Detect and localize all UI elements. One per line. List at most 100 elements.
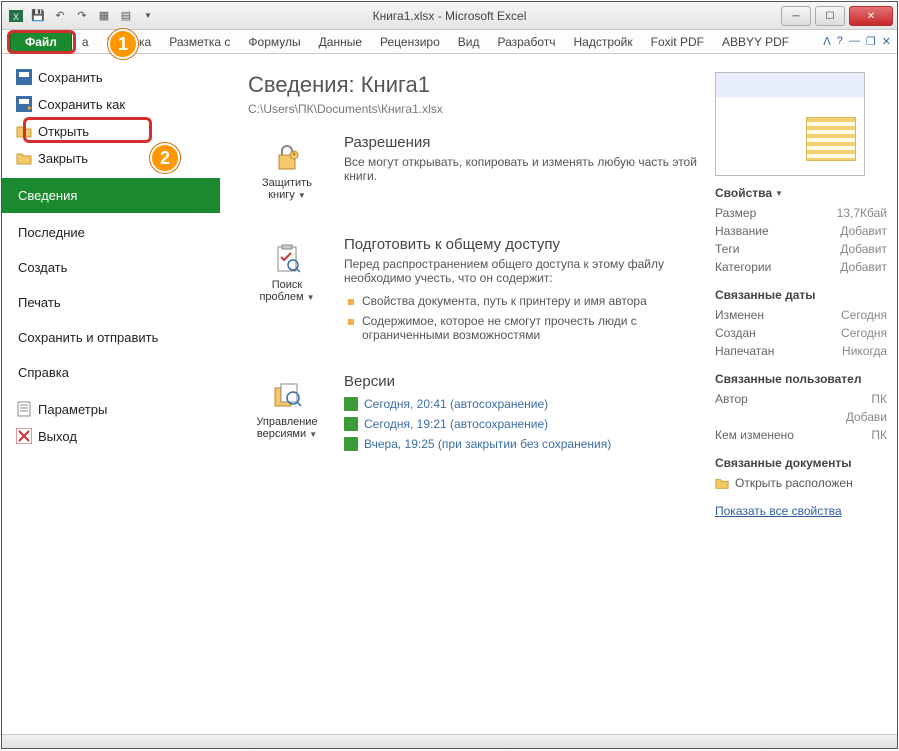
prop-key: Теги <box>715 242 739 256</box>
check-item: Содержимое, которое не смогут прочесть л… <box>344 311 715 345</box>
prop-value: Сегодня <box>841 308 887 322</box>
version-item[interactable]: Сегодня, 19:21 (автосохранение) <box>344 414 715 434</box>
document-thumbnail <box>715 72 865 176</box>
excel-icon: X <box>8 8 24 24</box>
tab-home-partial[interactable]: а <box>74 32 97 52</box>
excel-file-icon <box>344 437 358 451</box>
prop-value[interactable]: Добавит <box>840 260 887 274</box>
tab-review[interactable]: Рецензиро <box>372 32 448 52</box>
dropdown-arrow-icon: ▼ <box>307 293 315 302</box>
menu-save-as[interactable]: Сохранить как <box>2 91 220 118</box>
menu-label: Печать <box>18 295 61 310</box>
menu-info[interactable]: Сведения <box>2 178 220 213</box>
menu-recent[interactable]: Последние <box>2 215 220 250</box>
tab-view[interactable]: Вид <box>450 32 488 52</box>
prop-key: Автор <box>715 392 748 406</box>
protect-workbook-button[interactable]: Защитить книгу ▼ <box>248 134 326 208</box>
prop-value[interactable]: Добавит <box>840 242 887 256</box>
minimize-button[interactable]: ─ <box>781 6 811 26</box>
qat-dropdown-icon[interactable]: ▼ <box>140 8 156 24</box>
permissions-title: Разрешения <box>344 134 715 151</box>
info-heading: Сведения: Книга1 <box>248 72 715 98</box>
menu-save[interactable]: Сохранить <box>2 64 220 91</box>
properties-header[interactable]: Свойства▼ <box>715 186 887 200</box>
window-min-icon[interactable]: — <box>849 35 860 48</box>
qat-icon[interactable]: ▦ <box>96 8 112 24</box>
help-icon[interactable]: ? <box>837 35 843 48</box>
versions-title: Версии <box>344 373 715 390</box>
version-label: Сегодня, 19:21 (автосохранение) <box>364 417 548 431</box>
save-icon[interactable]: 💾 <box>30 8 46 24</box>
prop-key: Категории <box>715 260 771 274</box>
menu-label: Последние <box>18 225 85 240</box>
menu-new[interactable]: Создать <box>2 250 220 285</box>
versions-icon <box>271 380 303 412</box>
check-item: Свойства документа, путь к принтеру и им… <box>344 291 715 311</box>
menu-close[interactable]: Закрыть <box>2 145 220 172</box>
annotation-badge: 2 <box>150 143 180 173</box>
menu-label: Открыть <box>38 124 89 139</box>
prop-key: Напечатан <box>715 344 774 358</box>
window-restore-icon[interactable]: ❐ <box>866 35 876 48</box>
prop-key: Изменен <box>715 308 764 322</box>
window-close-icon[interactable]: ✕ <box>882 35 891 48</box>
tab-addins[interactable]: Надстройк <box>566 32 641 52</box>
version-label: Вчера, 19:25 (при закрытии без сохранени… <box>364 437 611 451</box>
show-all-properties-link[interactable]: Показать все свойства <box>715 504 887 518</box>
maximize-button[interactable]: ☐ <box>815 6 845 26</box>
minimize-ribbon-icon[interactable]: ᐱ <box>823 35 831 48</box>
menu-label: Закрыть <box>38 151 88 166</box>
dropdown-arrow-icon: ▼ <box>309 430 317 439</box>
backstage: Сохранить Сохранить как Открыть Закрыть … <box>2 54 897 734</box>
close-button[interactable]: ✕ <box>849 6 893 26</box>
menu-label: Параметры <box>38 402 107 417</box>
annotation-badge: 1 <box>108 29 138 59</box>
version-item[interactable]: Вчера, 19:25 (при закрытии без сохранени… <box>344 434 715 454</box>
tab-foxit[interactable]: Foxit PDF <box>643 32 712 52</box>
save-icon <box>16 69 32 85</box>
prop-key: Кем изменено <box>715 428 794 442</box>
menu-label: Создать <box>18 260 67 275</box>
quick-access-toolbar: X 💾 ↶ ↷ ▦ ▤ ▼ <box>2 8 162 24</box>
related-users-header: Связанные пользовател <box>715 372 887 386</box>
tab-developer[interactable]: Разработч <box>489 32 563 52</box>
menu-help[interactable]: Справка <box>2 355 220 390</box>
prop-key: Название <box>715 224 769 238</box>
prop-value: ПК <box>871 428 887 442</box>
qat-icon[interactable]: ▤ <box>118 8 134 24</box>
backstage-menu: Сохранить Сохранить как Открыть Закрыть … <box>2 54 220 734</box>
prop-value[interactable]: Добави <box>846 410 887 424</box>
prepare-share-title: Подготовить к общему доступу <box>344 236 715 253</box>
version-item[interactable]: Сегодня, 20:41 (автосохранение) <box>344 394 715 414</box>
menu-open[interactable]: Открыть <box>2 118 220 145</box>
window-title: Книга1.xlsx - Microsoft Excel <box>373 9 527 23</box>
titlebar: X 💾 ↶ ↷ ▦ ▤ ▼ Книга1.xlsx - Microsoft Ex… <box>2 2 897 30</box>
prop-value[interactable]: Добавит <box>840 224 887 238</box>
prop-value: ПК <box>871 392 887 406</box>
menu-label: Сохранить как <box>38 97 125 112</box>
tab-file[interactable]: Файл <box>10 31 72 53</box>
menu-exit[interactable]: Выход <box>2 423 220 450</box>
open-location-link[interactable]: Открыть расположен <box>735 476 853 490</box>
tab-formulas[interactable]: Формулы <box>240 32 308 52</box>
clipboard-check-icon <box>271 243 303 275</box>
menu-share[interactable]: Сохранить и отправить <box>2 320 220 355</box>
tab-layout[interactable]: Разметка с <box>161 32 238 52</box>
file-path: C:\Users\ПК\Documents\Книга1.xlsx <box>248 102 715 116</box>
manage-versions-button[interactable]: Управление версиями ▼ <box>248 373 326 454</box>
undo-icon[interactable]: ↶ <box>52 8 68 24</box>
related-docs-header: Связанные документы <box>715 456 887 470</box>
tab-abbyy[interactable]: ABBYY PDF <box>714 32 797 52</box>
menu-options[interactable]: Параметры <box>2 396 220 423</box>
tab-data[interactable]: Данные <box>311 32 370 52</box>
prop-value: Сегодня <box>841 326 887 340</box>
permissions-desc: Все могут открывать, копировать и изменя… <box>344 155 715 183</box>
related-dates-header: Связанные даты <box>715 288 887 302</box>
excel-file-icon <box>344 417 358 431</box>
button-label: Поиск проблем <box>259 279 303 303</box>
exit-icon <box>16 428 32 444</box>
prepare-share-desc: Перед распространением общего доступа к … <box>344 257 715 285</box>
check-issues-button[interactable]: Поиск проблем ▼ <box>248 236 326 345</box>
redo-icon[interactable]: ↷ <box>74 8 90 24</box>
menu-print[interactable]: Печать <box>2 285 220 320</box>
